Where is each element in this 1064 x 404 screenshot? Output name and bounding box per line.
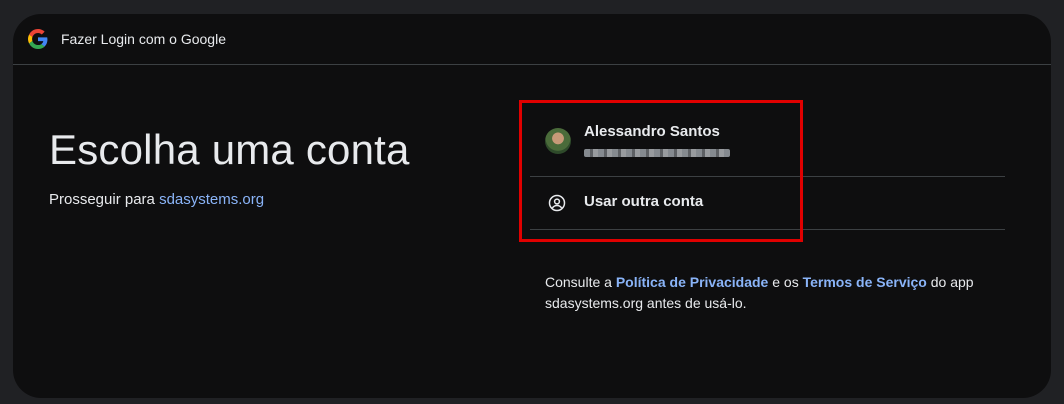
avatar — [545, 128, 571, 154]
footnote-text-1: Consulte a — [545, 274, 612, 290]
continue-link[interactable]: sdasystems.org — [159, 191, 264, 208]
header-title: Fazer Login com o Google — [61, 31, 226, 47]
continue-to: Prosseguir para sdasystems.org — [49, 191, 410, 208]
privacy-policy-link[interactable]: Política de Privacidade — [616, 274, 769, 290]
terms-of-service-link[interactable]: Termos de Serviço — [803, 274, 927, 290]
use-another-account-label: Usar outra conta — [584, 193, 704, 210]
footnote-text-2: e os — [772, 274, 799, 290]
use-another-account-button[interactable]: Usar outra conta — [530, 177, 1005, 230]
account-circle-icon — [548, 194, 566, 212]
continue-prefix: Prosseguir para — [49, 191, 155, 208]
header: Fazer Login com o Google — [13, 14, 1051, 65]
google-g-icon — [28, 29, 48, 49]
account-name: Alessandro Santos — [584, 123, 720, 140]
page-title: Escolha uma conta — [49, 126, 410, 173]
account-email-redacted — [584, 149, 730, 157]
account-list: Alessandro Santos Usar outra conta — [530, 102, 1005, 230]
account-item[interactable]: Alessandro Santos — [530, 102, 1005, 177]
privacy-footnote: Consulte a Política de Privacidade e os … — [545, 272, 1005, 314]
left-panel: Escolha uma conta Prosseguir para sdasys… — [49, 124, 410, 208]
